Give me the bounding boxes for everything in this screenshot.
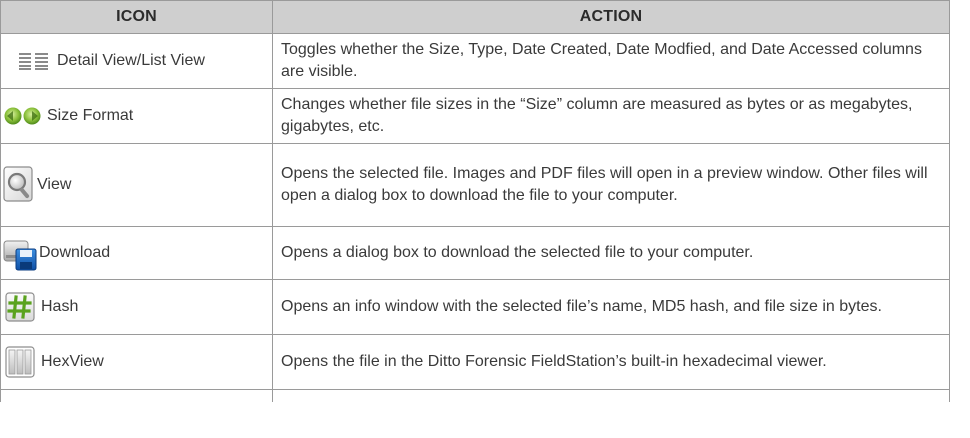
- icon-column-header: ICON: [0, 0, 273, 34]
- action-cell: Opens the selected file. Images and PDF …: [272, 143, 950, 227]
- table-row: Hash Opens an info window with the selec…: [0, 279, 950, 335]
- table-row: Detail View/List View Toggles whether th…: [0, 33, 950, 89]
- hexview-icon: [5, 346, 35, 378]
- action-cell: Toggles whether the Size, Type, Date Cre…: [272, 33, 950, 89]
- download-disk-icon: [3, 235, 37, 271]
- hash-label: Hash: [41, 298, 79, 315]
- action-column-header: ACTION: [272, 0, 950, 34]
- icon-cell: Download: [0, 226, 273, 280]
- icon-cell: Size Format: [0, 88, 273, 144]
- action-cell: Opens an info window with the selected f…: [272, 279, 950, 335]
- icon-cell: Detail View/List View: [0, 33, 273, 89]
- detail-list-label: Detail View/List View: [57, 52, 205, 69]
- icon-action-table: ICON ACTION Detail View/List View Toggle…: [0, 0, 950, 402]
- icon-cell: HexView: [0, 334, 273, 390]
- view-magnifier-icon: [3, 165, 35, 205]
- hash-icon: [5, 292, 35, 322]
- action-cell: Changes whether file sizes in the “Size”…: [272, 88, 950, 144]
- action-cell: Opens a dialog box to download the selec…: [272, 226, 950, 280]
- icon-cell: [0, 389, 273, 402]
- view-label: View: [37, 176, 72, 193]
- table-row: Download Opens a dialog box to download …: [0, 226, 950, 280]
- size-format-label: Size Format: [47, 107, 134, 124]
- hexview-label: HexView: [41, 353, 104, 370]
- table-header-row: ICON ACTION: [0, 0, 950, 34]
- icon-cell: View: [0, 143, 273, 227]
- action-cell: Opens the file in the Ditto Forensic Fie…: [272, 334, 950, 390]
- table-row: Size Format Changes whether file sizes i…: [0, 88, 950, 144]
- download-label: Download: [39, 244, 111, 261]
- table-row: [0, 389, 950, 402]
- detail-list-icon: [19, 52, 49, 70]
- size-format-icon: [3, 106, 43, 126]
- table-row: HexView Opens the file in the Ditto Fore…: [0, 334, 950, 390]
- action-cell: [272, 389, 950, 402]
- icon-cell: Hash: [0, 279, 273, 335]
- table-row: View Opens the selected file. Images and…: [0, 143, 950, 227]
